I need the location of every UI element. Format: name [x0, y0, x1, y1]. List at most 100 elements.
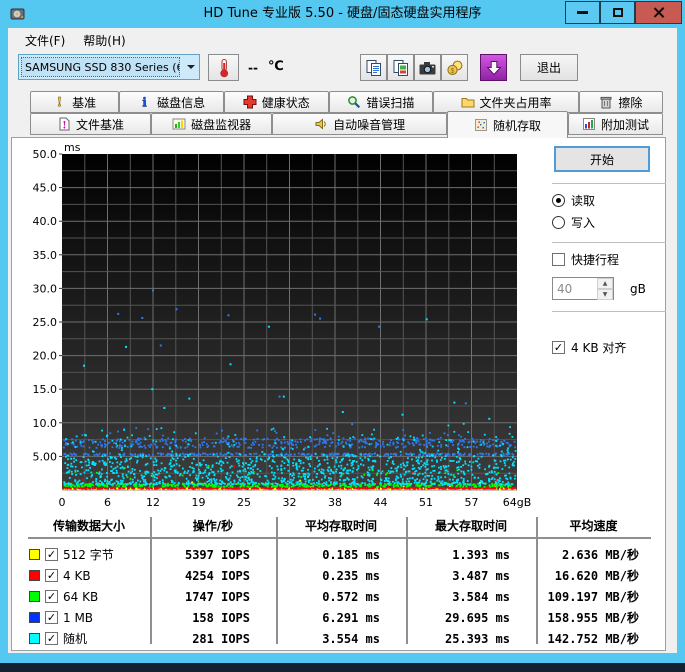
separator [552, 311, 666, 312]
camera-icon [418, 59, 437, 77]
series-label: 64 KB [63, 590, 98, 604]
table-header-2: 平均存取时间 [276, 517, 406, 534]
radio-write-circle[interactable] [552, 216, 565, 229]
tab-label: 文件基准 [76, 116, 124, 133]
tab-benchmark[interactable]: !基准 [30, 91, 119, 113]
start-button[interactable]: 开始 [554, 146, 650, 172]
svg-text:0: 0 [59, 496, 66, 509]
max-cell: 29.695 ms [406, 611, 536, 625]
tab-strip: !基准 i 磁盘信息 健康状态错误扫描文件夹占用率 擦除 ! 文件基准 磁盘监视器 自动噪音管… [30, 91, 663, 135]
spinner-up-icon[interactable]: ▲ [597, 278, 613, 289]
series-cell: 1 MB [28, 611, 150, 625]
table-header-4: 平均速度 [536, 517, 651, 534]
table-column-divider [276, 517, 278, 644]
checkbox-short-stroke-box[interactable] [552, 253, 565, 266]
chevron-down-icon[interactable] [182, 55, 199, 79]
checkbox-4kb-align-box[interactable] [552, 341, 565, 354]
max-cell: 25.393 ms [406, 632, 536, 646]
checkbox-4kb-align-label: 4 KB 对齐 [571, 339, 626, 356]
svg-text:$: $ [450, 68, 454, 75]
tab-health[interactable]: 健康状态 [224, 91, 329, 113]
tab-folder-usage[interactable]: 文件夹占用率 [433, 91, 579, 113]
series-checkbox[interactable] [45, 611, 58, 624]
main-panel: 5.0010.015.020.025.030.035.040.045.050.0… [11, 137, 666, 651]
ops-cell: 158 IOPS [150, 611, 276, 625]
svg-text:i: i [142, 96, 147, 109]
tab-label: 擦除 [618, 94, 642, 111]
toolbar: SAMSUNG SSD 830 Series (64 gB) -- ℃ $ [8, 49, 677, 89]
menu-item-help[interactable]: 帮助(H) [74, 31, 134, 50]
erase-icon [599, 95, 613, 109]
capacity-spinner[interactable]: 40 ▲ ▼ [552, 277, 614, 300]
speed-cell: 142.752 MB/秒 [536, 630, 651, 647]
series-color-swatch [29, 570, 40, 581]
drive-select[interactable]: SAMSUNG SSD 830 Series (64 gB) [18, 54, 200, 80]
speed-cell: 109.197 MB/秒 [536, 588, 651, 605]
checkbox-short-stroke[interactable]: 快捷行程 [552, 251, 666, 268]
thermometer-icon [215, 58, 233, 78]
max-cell: 3.584 ms [406, 590, 536, 604]
series-cell: 512 字节 [28, 546, 150, 563]
tab-noise[interactable]: 自动噪音管理 [272, 113, 447, 135]
menu-item-file[interactable]: 文件(F) [16, 31, 74, 50]
series-checkbox[interactable] [45, 590, 58, 603]
svg-text:10.0: 10.0 [33, 417, 58, 430]
avg-cell: 0.572 ms [276, 590, 406, 604]
temperature-button[interactable] [208, 54, 239, 81]
series-color-swatch [29, 591, 40, 602]
copy-text-button[interactable] [360, 54, 387, 81]
update-button[interactable] [480, 54, 507, 81]
tab-label: 附加测试 [601, 116, 649, 133]
spinner-down-icon[interactable]: ▼ [597, 289, 613, 300]
health-icon [243, 95, 257, 109]
tab-disk-info[interactable]: i 磁盘信息 [119, 91, 224, 113]
minimize-button[interactable] [565, 1, 600, 24]
series-checkbox[interactable] [45, 569, 58, 582]
tab-label: 磁盘监视器 [191, 116, 251, 133]
checkbox-4kb-align[interactable]: 4 KB 对齐 [552, 339, 666, 356]
series-color-swatch [29, 612, 40, 623]
exit-button[interactable]: 退出 [520, 54, 578, 81]
table-header-0: 传输数据大小 [28, 517, 150, 534]
close-icon [652, 6, 665, 19]
svg-text:51: 51 [419, 496, 433, 509]
tab-error-scan[interactable]: 错误扫描 [329, 91, 434, 113]
svg-text:32: 32 [283, 496, 297, 509]
tab-row-2: ! 文件基准 磁盘监视器 自动噪音管理随机存取 附加测试 [30, 113, 663, 135]
client-area: 文件(F)帮助(H) SAMSUNG SSD 830 Series (64 gB… [8, 28, 677, 653]
series-checkbox[interactable] [45, 632, 58, 645]
svg-text:35.0: 35.0 [33, 249, 58, 262]
svg-text:30.0: 30.0 [33, 282, 58, 295]
max-cell: 3.487 ms [406, 569, 536, 583]
close-button[interactable] [635, 1, 682, 24]
separator [552, 242, 666, 243]
tab-random-access[interactable]: 随机存取 [447, 111, 568, 138]
tab-extra-tests[interactable]: 附加测试 [568, 113, 663, 135]
tab-file-benchmark[interactable]: ! 文件基准 [30, 113, 151, 135]
max-cell: 1.393 ms [406, 548, 536, 562]
series-cell: 随机 [28, 630, 150, 647]
svg-text:!: ! [62, 121, 66, 132]
tab-erase[interactable]: 擦除 [579, 91, 663, 113]
screenshot-button[interactable] [414, 54, 441, 81]
maximize-button[interactable] [600, 1, 635, 24]
file-benchmark-icon: ! [57, 117, 71, 131]
donate-button[interactable]: $ [441, 54, 468, 81]
table-column-divider [536, 517, 538, 644]
radio-read[interactable]: 读取 [552, 192, 666, 209]
tab-disk-monitor[interactable]: 磁盘监视器 [151, 113, 272, 135]
copy-image-button[interactable] [387, 54, 414, 81]
table-header-row: 传输数据大小操作/秒平均存取时间最大存取时间平均速度 [28, 517, 651, 539]
series-label: 4 KB [63, 569, 91, 583]
maximize-icon [613, 8, 623, 17]
series-checkbox[interactable] [45, 548, 58, 561]
disk-info-icon: i [138, 95, 152, 109]
radio-write[interactable]: 写入 [552, 214, 666, 231]
series-color-swatch [29, 633, 40, 644]
radio-read-circle[interactable] [552, 194, 565, 207]
svg-text:44: 44 [374, 496, 388, 509]
svg-text:15.0: 15.0 [33, 383, 58, 396]
tab-label: 磁盘信息 [157, 94, 205, 111]
noise-icon [314, 117, 328, 131]
test-controls: 开始 读取 写入 快捷行程 40 [552, 146, 666, 361]
